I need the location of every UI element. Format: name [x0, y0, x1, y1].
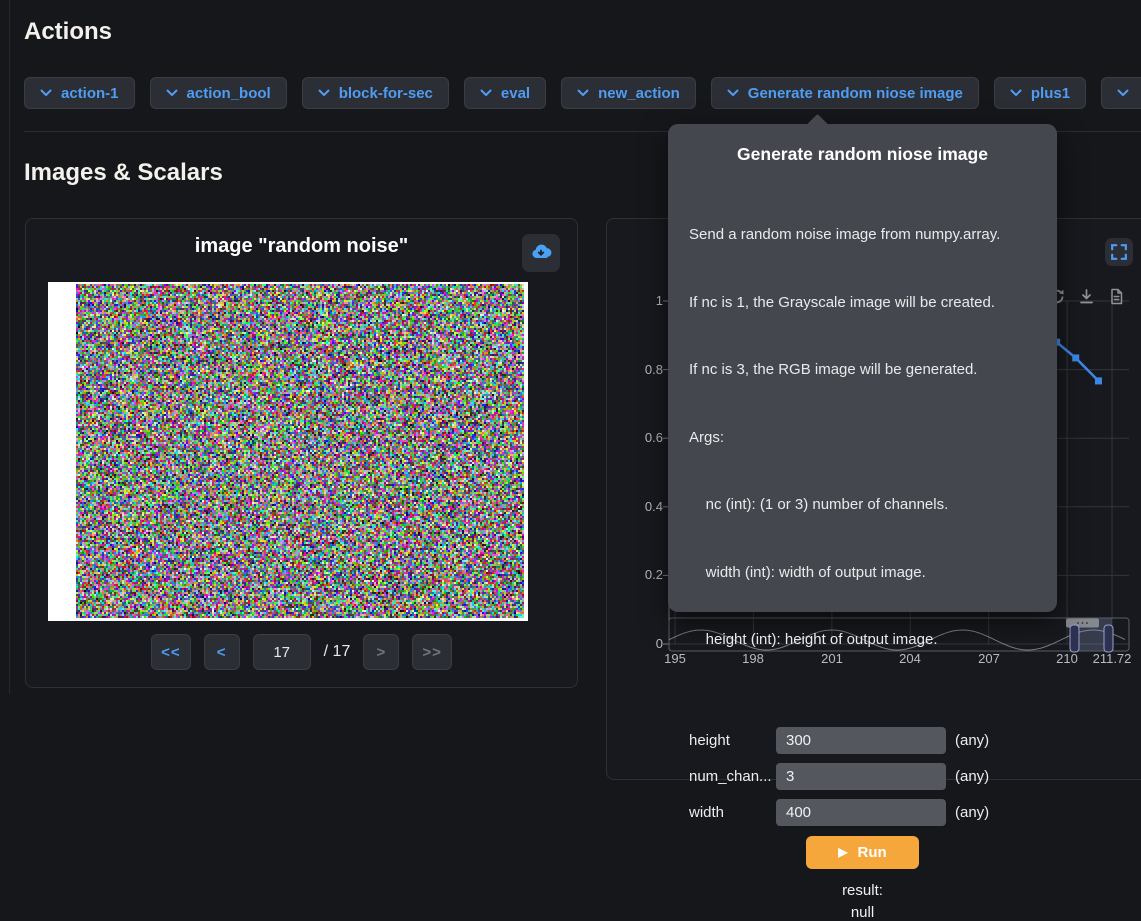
- description-line: Args:: [689, 427, 1057, 450]
- action-button-label: eval: [501, 85, 530, 102]
- document-icon[interactable]: [1107, 287, 1126, 306]
- range-slider-right-handle[interactable]: [1104, 625, 1113, 652]
- run-button-label: Run: [858, 844, 887, 861]
- chevron-down-icon: [1117, 89, 1129, 97]
- left-border-line: [9, 0, 10, 694]
- grip-dot: [1077, 622, 1079, 624]
- action-button-eval[interactable]: eval: [464, 77, 546, 109]
- action-button-label: block-for-sec: [339, 85, 433, 102]
- run-button[interactable]: ▶ Run: [806, 836, 919, 869]
- noise-image-figure: [48, 282, 528, 621]
- width-field[interactable]: [776, 799, 946, 826]
- y-tick-label: 0.4: [625, 499, 663, 514]
- image-card: image "random noise" << < / 17 > >>: [25, 218, 578, 688]
- chevron-down-icon: [166, 89, 178, 97]
- images-scalars-section-title: Images & Scalars: [24, 159, 223, 187]
- field-type-hint: (any): [955, 732, 989, 749]
- field-row-num-channels: num_chan... (any): [668, 763, 1057, 790]
- result-value: null: [668, 904, 1057, 921]
- popup-title: Generate random niose image: [668, 124, 1057, 165]
- description-line: height (int): height of output image.: [689, 629, 1057, 652]
- action-button-partial[interactable]: [1101, 77, 1141, 109]
- height-field[interactable]: [776, 727, 946, 754]
- field-row-width: width (any): [668, 799, 1057, 826]
- action-button-action-1[interactable]: action-1: [24, 77, 135, 109]
- chevron-down-icon: [1010, 89, 1022, 97]
- action-popup: Generate random niose image Send a rando…: [668, 124, 1057, 612]
- y-tick-label: 0: [625, 636, 663, 651]
- field-type-hint: (any): [955, 768, 989, 785]
- action-button-generate-random-niose-image[interactable]: Generate random niose image: [711, 77, 979, 109]
- chart-toolbar: [1047, 287, 1126, 306]
- description-line: width (int): width of output image.: [689, 562, 1057, 585]
- y-tick-label: 1: [625, 293, 663, 308]
- last-page-button[interactable]: >>: [412, 634, 452, 670]
- result-label: result:: [668, 882, 1057, 899]
- description-line: nc (int): (1 or 3) number of channels.: [689, 494, 1057, 517]
- chevron-down-icon: [318, 89, 330, 97]
- field-label: height: [689, 732, 776, 749]
- download-icon[interactable]: [1077, 287, 1096, 306]
- y-tick-label: 0.8: [625, 362, 663, 377]
- cloud-download-button[interactable]: [522, 234, 560, 272]
- popup-description: Send a random noise image from numpy.arr…: [689, 179, 1057, 697]
- series-marker: [1072, 354, 1079, 361]
- action-button-label: action_bool: [187, 85, 271, 102]
- description-line: If nc is 1, the Grayscale image will be …: [689, 292, 1057, 315]
- popup-fields: height (any) num_chan... (any) width (an…: [668, 727, 1057, 826]
- actions-row: action-1 action_bool block-for-sec eval …: [24, 77, 1141, 109]
- y-tick-label: 0.2: [625, 567, 663, 582]
- actions-section-title: Actions: [24, 18, 112, 46]
- fullscreen-button[interactable]: [1105, 238, 1133, 266]
- y-tick-label: 0.6: [625, 430, 663, 445]
- action-button-plus1[interactable]: plus1: [994, 77, 1086, 109]
- chevron-down-icon: [40, 89, 52, 97]
- play-icon: ▶: [838, 846, 847, 858]
- random-noise-image: [76, 284, 524, 618]
- page-number-input[interactable]: [253, 634, 311, 670]
- action-button-block-for-sec[interactable]: block-for-sec: [302, 77, 449, 109]
- chevron-down-icon: [727, 89, 739, 97]
- page-total-label: / 17: [324, 643, 351, 661]
- grip-dot: [1086, 622, 1088, 624]
- image-card-title: image "random noise": [26, 235, 577, 258]
- series-marker: [1095, 377, 1102, 384]
- chevron-down-icon: [480, 89, 492, 97]
- prev-page-button[interactable]: <: [204, 634, 240, 670]
- action-button-label: action-1: [61, 85, 119, 102]
- chevron-down-icon: [577, 89, 589, 97]
- action-button-label: new_action: [598, 85, 680, 102]
- field-label: num_chan...: [689, 768, 776, 785]
- grip-dot: [1082, 622, 1084, 624]
- image-pagination: << < / 17 > >>: [26, 634, 577, 670]
- series-line: [1057, 342, 1099, 381]
- next-page-button[interactable]: >: [363, 634, 399, 670]
- description-line: If nc is 3, the RGB image will be genera…: [689, 359, 1057, 382]
- range-slider-left-handle[interactable]: [1070, 625, 1079, 652]
- x-tick-label: 211.72: [1084, 651, 1140, 666]
- action-button-new-action[interactable]: new_action: [561, 77, 696, 109]
- field-row-height: height (any): [668, 727, 1057, 754]
- description-line: Send a random noise image from numpy.arr…: [689, 224, 1057, 247]
- chart-series: [1053, 339, 1102, 385]
- action-button-label: plus1: [1031, 85, 1070, 102]
- action-button-action-bool[interactable]: action_bool: [150, 77, 287, 109]
- action-button-label: Generate random niose image: [748, 85, 963, 102]
- cloud-download-icon: [529, 241, 553, 265]
- num-channels-field[interactable]: [776, 763, 946, 790]
- fullscreen-icon: [1109, 242, 1129, 262]
- field-label: width: [689, 804, 776, 821]
- field-type-hint: (any): [955, 804, 989, 821]
- first-page-button[interactable]: <<: [151, 634, 191, 670]
